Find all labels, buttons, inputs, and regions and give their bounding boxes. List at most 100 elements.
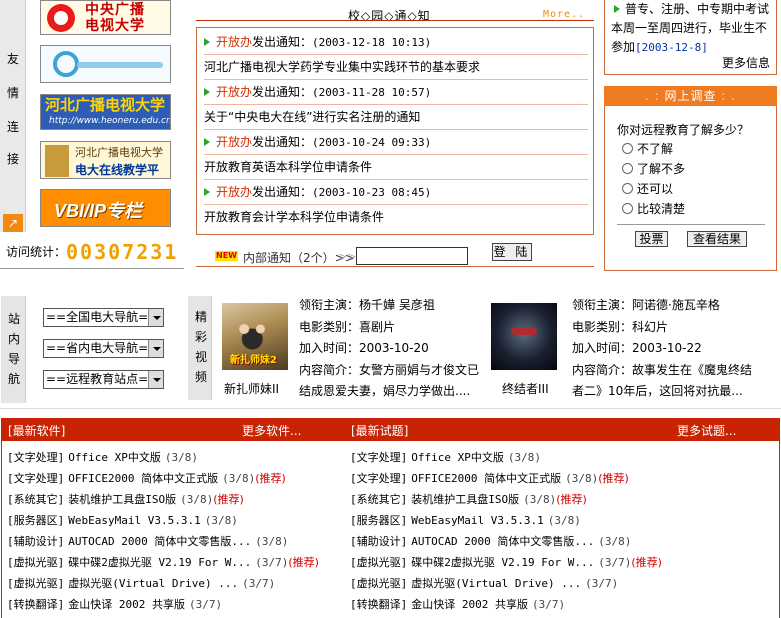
notice-title-link[interactable]: 开放教育英语本科学位申请条件 xyxy=(204,155,588,180)
national-tvu-select[interactable]: ==全国电大导航== xyxy=(43,308,164,327)
radio-button[interactable] xyxy=(622,143,633,154)
login-button[interactable]: 登 陆 xyxy=(492,243,532,261)
list-item[interactable]: [系统其它] 装机维护工具盘ISO版 (3/8)(推荐) xyxy=(350,489,587,510)
item-count: (3/8) xyxy=(164,451,198,464)
list-item[interactable]: [辅助设计] AUTOCAD 2000 简体中文零售版... (3/8) xyxy=(350,531,631,552)
radio-button[interactable] xyxy=(622,163,633,174)
notice-title-link[interactable]: 开放教育会计学本科学位申请条件 xyxy=(204,205,588,230)
visit-counter-value: 00307231 xyxy=(66,240,179,264)
movie-title-link[interactable]: 新扎师妹II xyxy=(224,380,279,397)
movie-description[interactable]: 内容简介：故事发生在《魔鬼终结者二》10年后，这回将对抗最... xyxy=(572,360,762,403)
trial-section-title: [最新试题] xyxy=(351,424,409,438)
item-name-link[interactable]: 金山快译 2002 共享版 xyxy=(411,598,528,611)
survey-option[interactable]: 不了解 xyxy=(622,140,673,157)
recommended-tag: (推荐) xyxy=(213,493,244,506)
item-name-link[interactable]: AUTOCAD 2000 简体中文零售版... xyxy=(68,535,251,548)
recommended-tag: (推荐) xyxy=(556,493,587,506)
survey-option[interactable]: 比较清楚 xyxy=(622,200,685,217)
notice-more-link[interactable]: More.. xyxy=(543,9,585,20)
video-label-char: 彩 xyxy=(194,330,207,344)
more-trials-link[interactable]: 更多试题... xyxy=(677,422,736,439)
right-more-link[interactable]: 更多信息 xyxy=(722,54,770,71)
list-item[interactable]: [辅助设计] AUTOCAD 2000 简体中文零售版... (3/8) xyxy=(7,531,288,552)
more-software-link[interactable]: 更多软件... xyxy=(242,422,301,439)
item-name-link[interactable]: Office XP中文版 xyxy=(68,451,161,464)
list-item[interactable]: [虚拟光驱] 碟中碟2虚拟光驱 V2.19 For W... (3/7)(推荐) xyxy=(350,552,662,573)
double-chevron-icon: >> xyxy=(338,250,357,263)
chevron-down-icon[interactable] xyxy=(148,309,163,326)
notice-meta-row: 开放办发出通知：(2003-12-18 10:13) xyxy=(204,30,588,55)
list-item[interactable]: [文字处理] OFFICE2000 简体中文正式版 (3/8)(推荐) xyxy=(7,468,286,489)
inner-notice-password-input[interactable] xyxy=(356,247,468,265)
item-name-link[interactable]: 碟中碟2虚拟光驱 V2.19 For W... xyxy=(411,556,594,569)
item-name-link[interactable]: 金山快译 2002 共享版 xyxy=(68,598,185,611)
list-item[interactable]: [系统其它] 装机维护工具盘ISO版 (3/8)(推荐) xyxy=(7,489,244,510)
list-item[interactable]: [虚拟光驱] 碟中碟2虚拟光驱 V2.19 For W... (3/7)(推荐) xyxy=(7,552,319,573)
item-name-link[interactable]: OFFICE2000 简体中文正式版 xyxy=(68,472,218,485)
logo-hebei-link[interactable]: 河北广播电视大学 http://www.heoneru.edu.cn xyxy=(40,94,171,130)
building-icon xyxy=(45,145,69,177)
visit-counter-label: 访问统计： xyxy=(6,245,67,259)
item-name-link[interactable]: 装机维护工具盘ISO版 xyxy=(68,493,176,506)
item-count: (3/7) xyxy=(242,577,276,590)
item-name-link[interactable]: WebEasyMail V3.5.3.1 xyxy=(68,514,200,527)
movie-desc-label: 内容简介： xyxy=(572,362,633,377)
nav-label-char: 内 xyxy=(7,332,20,346)
right-notice-text[interactable]: 普专、注册、中专期中考试本周一至周四进行，毕业生不参加[2003-12-8] xyxy=(611,0,773,57)
list-item[interactable]: [文字处理] Office XP中文版 (3/8) xyxy=(350,447,541,468)
item-name-link[interactable]: 装机维护工具盘ISO版 xyxy=(411,493,519,506)
chevron-down-icon[interactable] xyxy=(148,340,163,357)
chevron-down-icon[interactable] xyxy=(148,371,163,388)
movie-type-line: 电影类别：科幻片 xyxy=(572,317,762,339)
item-category: [系统其它] xyxy=(7,493,65,506)
logo-vbi-link[interactable]: VBI/IP专栏 xyxy=(40,189,171,227)
movie-cast: 阿诺德·施瓦辛格 xyxy=(632,298,720,312)
video-label-char: 精 xyxy=(194,310,207,324)
radio-button[interactable] xyxy=(622,203,633,214)
logo-swirl-link[interactable] xyxy=(40,45,171,83)
list-item[interactable]: [文字处理] OFFICE2000 简体中文正式版 (3/8)(推荐) xyxy=(350,468,629,489)
item-count: (3/7) xyxy=(255,556,289,569)
item-category: [服务器区] xyxy=(7,514,65,527)
item-name-link[interactable]: AUTOCAD 2000 简体中文零售版... xyxy=(411,535,594,548)
movie-info: 领衔主演：杨千嬅 吴彦祖 电影类别：喜剧片 加入时间：2003-10-20 内容… xyxy=(299,295,489,403)
cctv-emblem-icon xyxy=(47,4,75,32)
logo-cctv-link[interactable]: 中央广播 电视大学 xyxy=(40,0,171,35)
item-name-link[interactable]: 虚拟光驱(Virtual Drive) ... xyxy=(68,577,238,590)
list-item[interactable]: [服务器区] WebEasyMail V3.5.3.1 (3/8) xyxy=(7,510,238,531)
movie-description[interactable]: 内容简介：女警方丽娟与才俊文已结成恩爱夫妻，娟尽力学做出.... xyxy=(299,360,489,403)
list-item[interactable]: [服务器区] WebEasyMail V3.5.3.1 (3/8) xyxy=(350,510,581,531)
item-category: [转换翻译] xyxy=(350,598,408,611)
list-item[interactable]: [文字处理] Office XP中文版 (3/8) xyxy=(7,447,198,468)
logo-online-platform-link[interactable]: 河北广播电视大学 电大在线教学平台 xyxy=(40,141,171,179)
view-results-button[interactable]: 查看结果 xyxy=(687,231,747,247)
item-name-link[interactable]: Office XP中文版 xyxy=(411,451,504,464)
item-category: [虚拟光驱] xyxy=(350,577,408,590)
notice-action: 发出通知： xyxy=(252,35,313,49)
item-name-link[interactable]: 虚拟光驱(Virtual Drive) ... xyxy=(411,577,581,590)
movie-poster[interactable]: 新扎师妹2 xyxy=(222,303,288,370)
item-name-link[interactable]: OFFICE2000 简体中文正式版 xyxy=(411,472,561,485)
vote-button[interactable]: 投票 xyxy=(635,231,668,247)
movie-poster[interactable] xyxy=(491,303,557,370)
list-item[interactable]: [转换翻译] 金山快译 2002 共享版 (3/7) xyxy=(350,594,565,615)
notice-title-link[interactable]: 关于“中央电大在线”进行实名注册的通知 xyxy=(204,105,588,130)
survey-option[interactable]: 还可以 xyxy=(622,180,673,197)
notice-date: (2003-12-18 10:13) xyxy=(312,36,432,49)
list-item[interactable]: [转换翻译] 金山快译 2002 共享版 (3/7) xyxy=(7,594,222,615)
movie-title-link[interactable]: 终结者III xyxy=(502,380,549,397)
radio-button[interactable] xyxy=(622,183,633,194)
movie-cast: 杨千嬅 吴彦祖 xyxy=(359,298,435,312)
survey-option-label: 比较清楚 xyxy=(637,202,686,216)
survey-option[interactable]: 了解不多 xyxy=(622,160,685,177)
green-arrow-icon xyxy=(204,88,210,96)
list-item[interactable]: [虚拟光驱] 虚拟光驱(Virtual Drive) ... (3/7) xyxy=(350,573,618,594)
distance-edu-select[interactable]: ==远程教育站点== xyxy=(43,370,164,389)
item-count: (3/8) xyxy=(204,514,238,527)
item-name-link[interactable]: 碟中碟2虚拟光驱 V2.19 For W... xyxy=(68,556,251,569)
provincial-tvu-select[interactable]: ==省内电大导航== xyxy=(43,339,164,358)
list-item[interactable]: [虚拟光驱] 虚拟光驱(Virtual Drive) ... (3/7) xyxy=(7,573,275,594)
notice-title-link[interactable]: 河北广播电视大学药学专业集中实践环节的基本要求 xyxy=(204,55,588,80)
logo-cctv-text: 中央广播 电视大学 xyxy=(85,2,145,34)
item-name-link[interactable]: WebEasyMail V3.5.3.1 xyxy=(411,514,543,527)
